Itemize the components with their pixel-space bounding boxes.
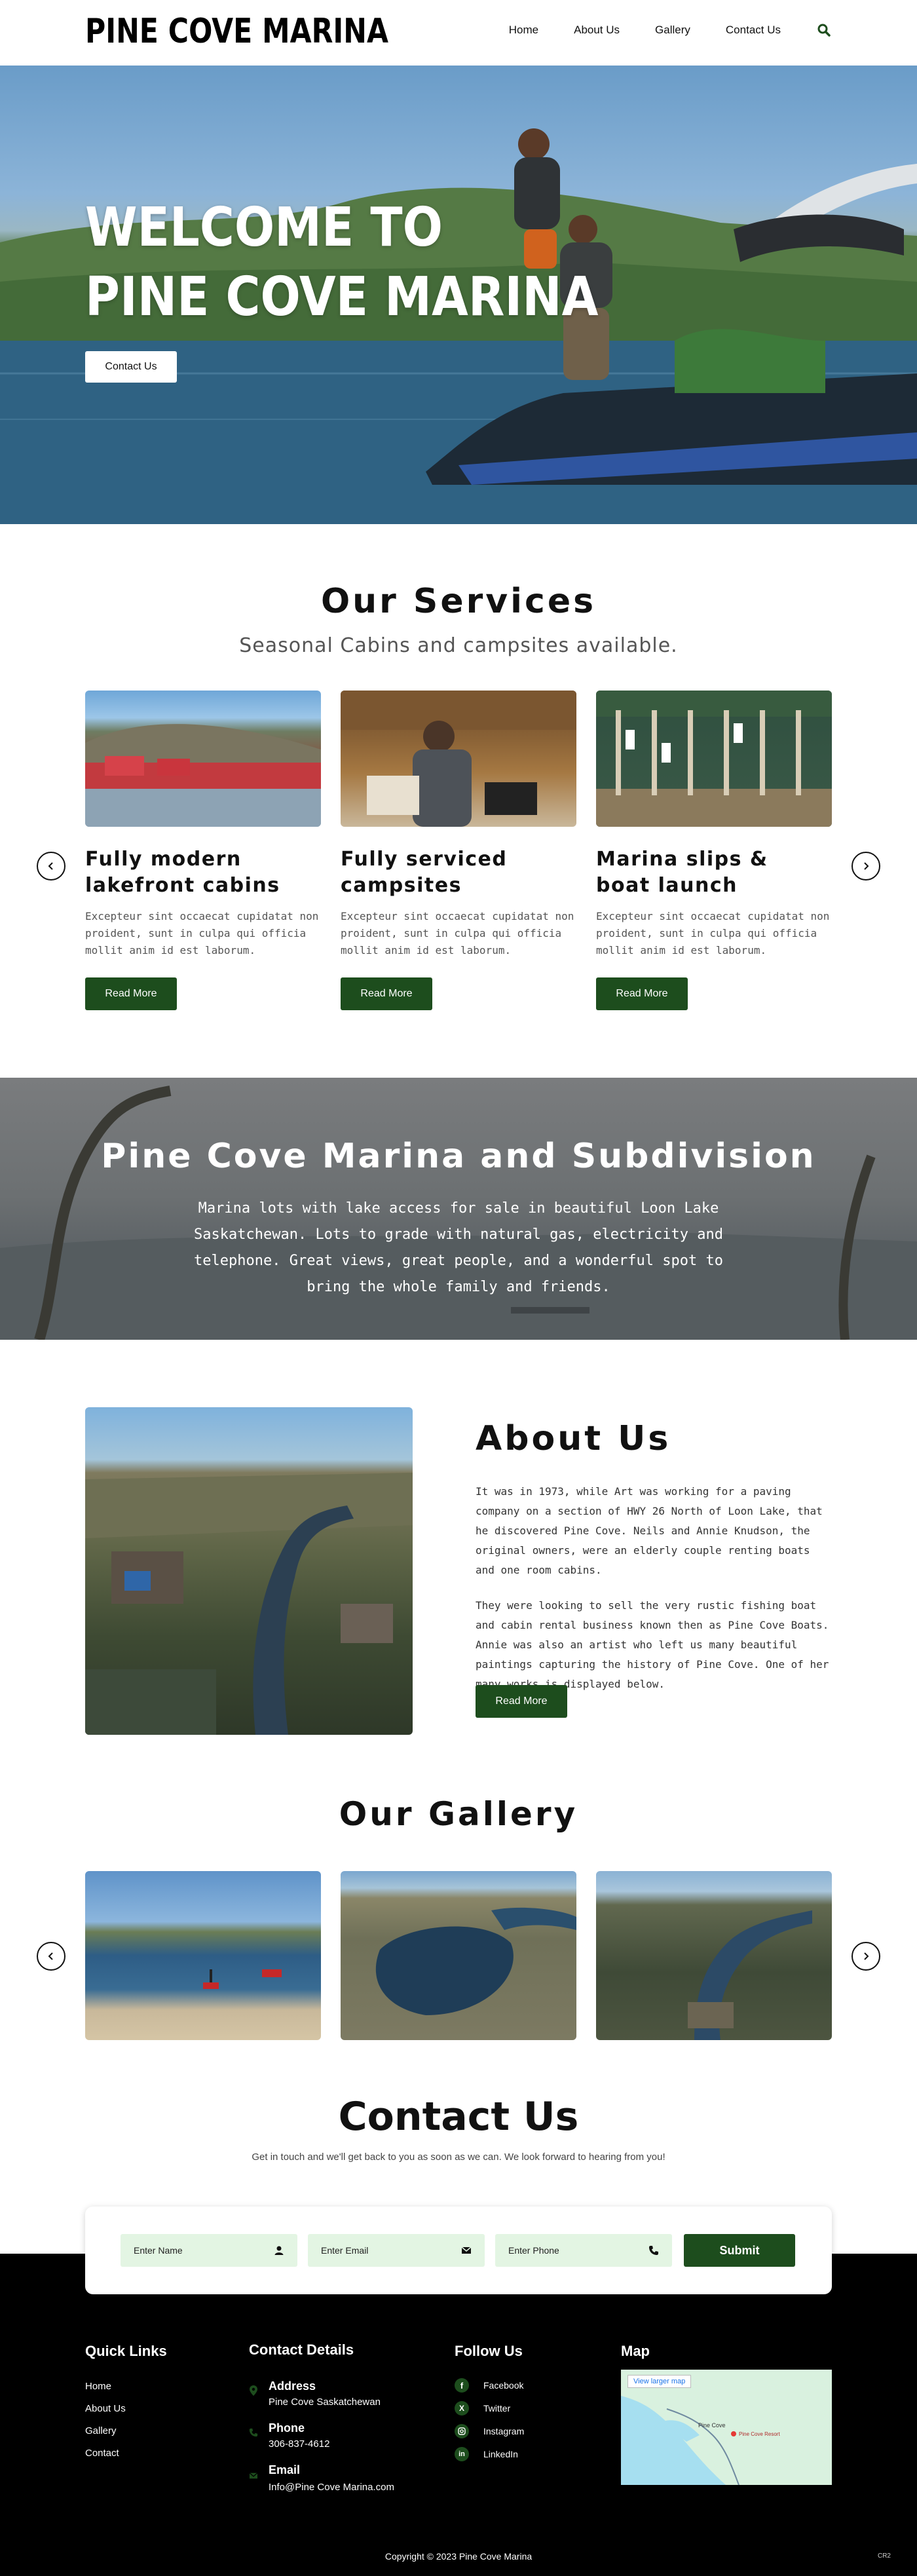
gallery-next-button[interactable] <box>852 1942 880 1971</box>
hero-title-line-2: PINE COVE MARINA <box>85 266 599 328</box>
gallery-title: Our Gallery <box>339 1795 578 1833</box>
read-more-button-campsites[interactable]: Read More <box>341 977 432 1010</box>
services-prev-button[interactable] <box>37 852 66 881</box>
map-place-label: Pine Cove <box>698 2422 726 2429</box>
phone-field[interactable] <box>495 2234 672 2267</box>
social-link-facebook[interactable]: Facebook <box>483 2380 523 2391</box>
location-pin-icon <box>249 2385 258 2400</box>
social-link-linkedin[interactable]: LinkedIn <box>483 2449 518 2459</box>
chevron-left-icon <box>48 1952 53 1960</box>
address-value: Pine Cove Saskatchewan <box>269 2396 381 2408</box>
gallery-image-1 <box>85 1871 321 2040</box>
about-aerial-image <box>85 1407 413 1735</box>
hero-title: WELCOME TO PINE COVE MARINA <box>85 193 598 332</box>
twitter-x-icon[interactable]: X <box>455 2401 469 2415</box>
hero-contact-button[interactable]: Contact Us <box>85 351 177 383</box>
social-link-instagram[interactable]: Instagram <box>483 2426 524 2436</box>
instagram-icon[interactable] <box>455 2424 469 2438</box>
gallery-prev-button[interactable] <box>37 1942 66 1971</box>
corner-badge: CR2 <box>877 2552 891 2560</box>
envelope-icon <box>249 2471 258 2483</box>
about-read-more-button[interactable]: Read More <box>476 1685 567 1718</box>
banner-title: Pine Cove Marina and Subdivision <box>101 1137 816 1176</box>
nav-gallery[interactable]: Gallery <box>655 24 690 37</box>
hero-title-line-1: WELCOME TO <box>85 197 443 259</box>
main-nav: Home About Us Gallery Contact Us <box>474 22 832 38</box>
quick-links-title: Quick Links <box>85 2343 167 2359</box>
copyright-text: Copyright © 2023 Pine Cove Marina <box>384 2551 533 2562</box>
chevron-right-icon <box>864 1952 869 1960</box>
service-card-cabins: Fully modern lakefront cabins Excepteur … <box>85 691 321 1010</box>
about-title: About Us <box>476 1419 671 1458</box>
service-image-marina <box>596 691 832 827</box>
footer-link-home[interactable]: Home <box>85 2381 111 2392</box>
map-pin-label: Pine Cove Resort <box>739 2431 780 2437</box>
gallery-image-2 <box>341 1871 576 2040</box>
email-label: Email <box>269 2463 301 2476</box>
contact-subtitle: Get in touch and we'll get back to you a… <box>252 2151 665 2163</box>
read-more-button-marina[interactable]: Read More <box>596 977 688 1010</box>
email-field[interactable] <box>308 2234 485 2267</box>
contact-title: Contact Us <box>338 2094 579 2140</box>
about-paragraph-2: They were looking to sell the very rusti… <box>476 1599 829 1690</box>
nav-home[interactable]: Home <box>509 24 538 37</box>
phone-label: Phone <box>269 2421 305 2434</box>
map-title: Map <box>621 2343 650 2359</box>
nav-contact-us[interactable]: Contact Us <box>726 24 781 37</box>
service-title-cabins: Fully modern lakefront cabins <box>85 848 280 897</box>
linkedin-icon[interactable]: in <box>455 2447 469 2461</box>
name-input[interactable] <box>134 2245 265 2256</box>
phone-icon <box>649 2246 658 2255</box>
map-embed[interactable]: View larger map Pine Cove Pine Cove Reso… <box>621 2370 832 2485</box>
contact-details-title: Contact Details <box>249 2341 354 2358</box>
envelope-icon <box>461 2246 472 2254</box>
user-icon <box>274 2246 284 2255</box>
chevron-right-icon <box>864 862 869 870</box>
service-desc-cabins: Excepteur sint occaecat cupidatat non pr… <box>85 910 319 957</box>
phone-input[interactable] <box>508 2245 639 2256</box>
view-larger-map-link[interactable]: View larger map <box>627 2375 692 2388</box>
contact-form: Submit <box>85 2207 832 2294</box>
footer-link-gallery[interactable]: Gallery <box>85 2425 117 2436</box>
email-value[interactable]: Info@Pine Cove Marina.com <box>269 2482 394 2493</box>
service-image-campsites <box>341 691 576 827</box>
social-link-twitter[interactable]: Twitter <box>483 2403 510 2414</box>
hero-section: WELCOME TO PINE COVE MARINA Contact Us <box>0 66 917 524</box>
services-subtitle: Seasonal Cabins and campsites available. <box>239 634 678 657</box>
service-desc-marina: Excepteur sint occaecat cupidatat non pr… <box>596 910 830 957</box>
nav-about-us[interactable]: About Us <box>574 24 620 37</box>
name-field[interactable] <box>121 2234 297 2267</box>
service-title-marina: Marina slips & boat launch <box>596 848 768 897</box>
gallery-image-3 <box>596 1871 832 2040</box>
service-title-campsites: Fully serviced campsites <box>341 848 508 897</box>
chevron-left-icon <box>48 862 53 870</box>
search-icon[interactable] <box>816 22 832 38</box>
facebook-icon[interactable]: f <box>455 2378 469 2393</box>
service-card-campsites: Fully serviced campsites Excepteur sint … <box>341 691 576 1010</box>
address-label: Address <box>269 2379 316 2393</box>
phone-value[interactable]: 306-837-4612 <box>269 2438 329 2450</box>
banner-text: Marina lots with lake access for sale in… <box>194 1200 723 1295</box>
site-header: PINE COVE MARINA Home About Us Gallery C… <box>0 0 917 66</box>
footer-link-about-us[interactable]: About Us <box>85 2403 126 2414</box>
services-next-button[interactable] <box>852 852 880 881</box>
follow-us-title: Follow Us <box>455 2343 523 2359</box>
service-card-marina: Marina slips & boat launch Excepteur sin… <box>596 691 832 1010</box>
service-image-cabins <box>85 691 321 827</box>
service-desc-campsites: Excepteur sint occaecat cupidatat non pr… <box>341 910 574 957</box>
footer-link-contact[interactable]: Contact <box>85 2448 119 2459</box>
email-input[interactable] <box>321 2245 452 2256</box>
services-title: Our Services <box>320 582 597 621</box>
submit-button[interactable]: Submit <box>684 2234 795 2267</box>
subdivision-banner: Pine Cove Marina and Subdivision Marina … <box>0 1078 917 1340</box>
about-paragraph-1: It was in 1973, while Art was working fo… <box>476 1485 823 1576</box>
phone-icon <box>249 2428 258 2440</box>
read-more-button-cabins[interactable]: Read More <box>85 977 177 1010</box>
site-logo[interactable]: PINE COVE MARINA <box>85 12 388 51</box>
